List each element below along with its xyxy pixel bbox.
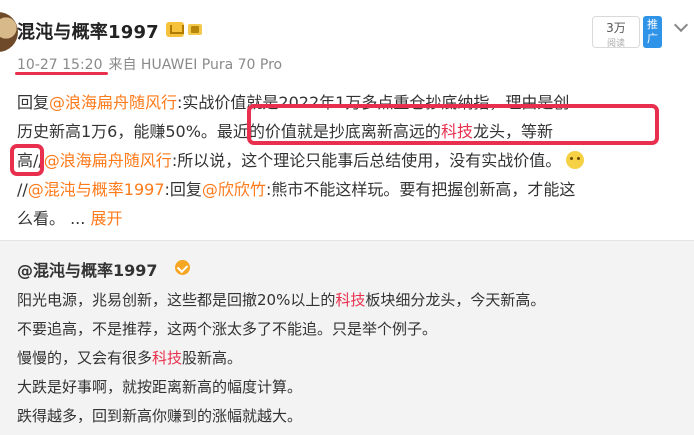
- quoted-text: 股新高。: [182, 349, 243, 367]
- vip-level-icon: [188, 24, 202, 35]
- post-line: 么看。 ... 展开: [17, 204, 689, 233]
- quoted-text: 跌得越多，回到新高你赚到的涨幅就越大。: [17, 407, 303, 425]
- mention-link[interactable]: @混沌与概率1997: [28, 180, 165, 199]
- mention-link[interactable]: @欣欣竹: [202, 180, 266, 199]
- post-time[interactable]: 10-27 15:20: [17, 57, 102, 73]
- quoted-line: 不要追高，不是推荐，这两个涨太多了不能追。只是举个例子。: [17, 315, 677, 344]
- quoted-text: 大跌是好事啊，就按距离新高的幅度计算。: [17, 378, 303, 396]
- smile-emoji-icon: [566, 151, 585, 169]
- mention-link[interactable]: @浪海扁舟随风行: [49, 93, 177, 112]
- quoted-text: 板块细分龙头，今天新高。: [365, 291, 546, 309]
- annotation-box: [10, 144, 44, 176]
- promote-button[interactable]: 推广: [643, 16, 662, 48]
- quoted-line: 大跌是好事啊，就按距离新高的幅度计算。: [17, 373, 677, 402]
- post-source: 来自 HUAWEI Pura 70 Pro: [108, 57, 283, 73]
- author-name[interactable]: 混沌与概率1997: [17, 18, 159, 44]
- post-text: :回复: [164, 180, 202, 199]
- reads-count: 3万: [606, 21, 626, 35]
- avatar[interactable]: [0, 12, 18, 52]
- keyword-highlight[interactable]: 科技: [152, 349, 182, 367]
- post-line: 高//@浪海扁舟随风行:所以说，这个理论只能事后总结使用，没有实战价值。: [17, 146, 689, 175]
- expand-link[interactable]: 展开: [90, 209, 122, 228]
- post-text: //: [17, 180, 28, 199]
- quoted-line: 跌得越多，回到新高你赚到的涨幅就越大。: [17, 402, 677, 431]
- time-annotation-underline: [15, 72, 108, 75]
- post-text: :熊市不能这样玩。要有把握创新高，才能这: [265, 180, 576, 199]
- post-line: //@混沌与概率1997:回复@欣欣竹:熊市不能这样玩。要有把握创新高，才能这: [17, 175, 689, 204]
- quoted-line: 慢慢的，又会有很多科技股新高。: [17, 344, 677, 373]
- quoted-post[interactable]: @混沌与概率1997 阳光电源，兆易创新，这些都是回撤20%以上的科技板块细分龙…: [0, 240, 694, 435]
- reads-counter: 3万 阅读: [592, 16, 640, 49]
- keyword-highlight[interactable]: 科技: [335, 291, 365, 309]
- quoted-body: 阳光电源，兆易创新，这些都是回撤20%以上的科技板块细分龙头，今天新高。 不要追…: [17, 286, 677, 431]
- quoted-text: 慢慢的，又会有很多: [17, 349, 153, 367]
- post-text: 回复: [17, 93, 50, 112]
- verified-badge-icon: [175, 260, 190, 275]
- mention-link[interactable]: @浪海扁舟随风行: [44, 151, 172, 170]
- vip-badge-icon[interactable]: [166, 22, 184, 37]
- chevron-down-icon[interactable]: [674, 18, 688, 32]
- reads-label: 阅读: [606, 39, 625, 49]
- post-text: 么看。 ...: [17, 209, 91, 228]
- annotation-box: [247, 104, 659, 145]
- quoted-line: 阳光电源，兆易创新，这些都是回撤20%以上的科技板块细分龙头，今天新高。: [17, 286, 677, 315]
- quoted-text: 不要追高，不是推荐，这两个涨太多了不能追。只是举个例子。: [17, 320, 438, 338]
- quoted-author[interactable]: @混沌与概率1997: [17, 257, 158, 281]
- post-text: :所以说，这个理论只能事后总结使用，没有实战价值。: [171, 151, 562, 170]
- quoted-text: 阳光电源，兆易创新，这些都是回撤20%以上的: [17, 291, 336, 309]
- post-meta: 10-27 15:20 来自 HUAWEI Pura 70 Pro: [17, 54, 282, 74]
